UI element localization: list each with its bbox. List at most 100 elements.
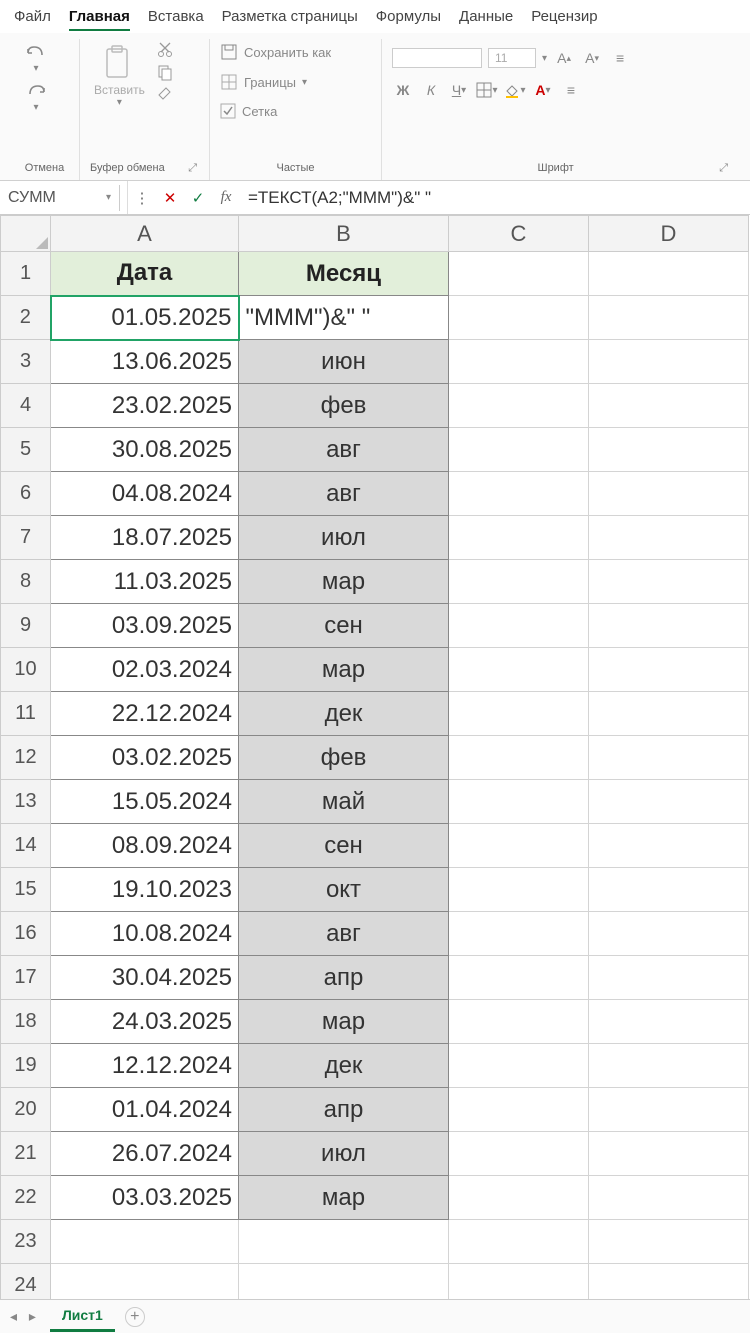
col-header-B[interactable]: B xyxy=(239,216,449,252)
cell[interactable]: 04.08.2024 xyxy=(51,472,239,516)
font-dialog-launcher[interactable]: ⤢ xyxy=(719,162,730,175)
cell[interactable] xyxy=(449,780,589,824)
cell[interactable]: фев xyxy=(239,384,449,428)
cell[interactable]: сен xyxy=(239,824,449,868)
undo-button[interactable]: ▾ xyxy=(20,41,52,76)
bold-button[interactable]: Ж xyxy=(392,79,414,101)
menu-page-layout[interactable]: Разметка страницы xyxy=(222,8,358,31)
decrease-font-icon[interactable]: A▾ xyxy=(581,47,603,69)
format-painter-icon[interactable] xyxy=(155,85,175,103)
row-header[interactable]: 19 xyxy=(1,1044,51,1088)
row-header[interactable]: 6 xyxy=(1,472,51,516)
cell[interactable] xyxy=(589,912,749,956)
cell[interactable]: авг xyxy=(239,912,449,956)
cell[interactable] xyxy=(449,384,589,428)
col-header-A[interactable]: A xyxy=(51,216,239,252)
save-as-button[interactable]: Сохранить как xyxy=(220,41,331,63)
cell[interactable]: 01.04.2024 xyxy=(51,1088,239,1132)
redo-button[interactable]: ▾ xyxy=(20,80,52,115)
row-header[interactable]: 15 xyxy=(1,868,51,912)
cell[interactable]: 10.08.2024 xyxy=(51,912,239,956)
row-header[interactable]: 23 xyxy=(1,1220,51,1264)
cell[interactable]: 01.05.2025 xyxy=(51,296,239,340)
cell[interactable] xyxy=(449,296,589,340)
cell[interactable]: дек xyxy=(239,1044,449,1088)
formula-more-icon[interactable]: ⋮ xyxy=(128,189,156,207)
row-header[interactable]: 9 xyxy=(1,604,51,648)
sheet-nav-arrows[interactable]: ◂ ▸ xyxy=(10,1308,40,1325)
cell[interactable]: апр xyxy=(239,956,449,1000)
row-header[interactable]: 22 xyxy=(1,1176,51,1220)
formula-cancel-button[interactable]: ✕ xyxy=(156,189,184,207)
cell[interactable]: 12.12.2024 xyxy=(51,1044,239,1088)
font-color-button[interactable]: A ▾ xyxy=(532,79,554,101)
cell[interactable] xyxy=(449,252,589,296)
copy-icon[interactable] xyxy=(155,63,175,81)
cell[interactable]: фев xyxy=(239,736,449,780)
row-header[interactable]: 14 xyxy=(1,824,51,868)
fill-color-button[interactable]: ▾ xyxy=(504,79,526,101)
row-header[interactable]: 4 xyxy=(1,384,51,428)
cut-icon[interactable] xyxy=(155,41,175,59)
cell[interactable]: 15.05.2024 xyxy=(51,780,239,824)
menu-review[interactable]: Рецензир xyxy=(531,8,597,31)
cell[interactable]: 22.12.2024 xyxy=(51,692,239,736)
cell[interactable]: 03.03.2025 xyxy=(51,1176,239,1220)
cell[interactable] xyxy=(449,604,589,648)
cell[interactable]: окт xyxy=(239,868,449,912)
cell[interactable] xyxy=(589,1176,749,1220)
cell[interactable]: 24.03.2025 xyxy=(51,1000,239,1044)
cell[interactable] xyxy=(449,428,589,472)
cell[interactable] xyxy=(449,736,589,780)
row-header[interactable]: 8 xyxy=(1,560,51,604)
cell[interactable] xyxy=(589,736,749,780)
cell[interactable]: "МММ")&" " xyxy=(239,296,449,340)
align-icon[interactable]: ≡ xyxy=(609,47,631,69)
cell[interactable] xyxy=(589,560,749,604)
cell[interactable]: 03.09.2025 xyxy=(51,604,239,648)
cell[interactable]: Месяц xyxy=(239,252,449,296)
row-header[interactable]: 20 xyxy=(1,1088,51,1132)
menu-file[interactable]: Файл xyxy=(14,8,51,31)
cell[interactable] xyxy=(449,516,589,560)
cell[interactable]: 11.03.2025 xyxy=(51,560,239,604)
row-header[interactable]: 21 xyxy=(1,1132,51,1176)
cell[interactable]: июн xyxy=(239,340,449,384)
cell[interactable] xyxy=(589,428,749,472)
cell[interactable]: июл xyxy=(239,1132,449,1176)
cell[interactable]: 03.02.2025 xyxy=(51,736,239,780)
cell[interactable]: 18.07.2025 xyxy=(51,516,239,560)
cell[interactable] xyxy=(449,1044,589,1088)
cell[interactable] xyxy=(589,296,749,340)
underline-button[interactable]: Ч ▾ xyxy=(448,79,470,101)
font-name-selector[interactable] xyxy=(392,48,482,68)
cell[interactable]: авг xyxy=(239,428,449,472)
cell[interactable] xyxy=(589,868,749,912)
row-header[interactable]: 13 xyxy=(1,780,51,824)
name-box[interactable]: СУММ ▾ xyxy=(0,185,120,211)
cell[interactable] xyxy=(589,516,749,560)
row-header[interactable]: 16 xyxy=(1,912,51,956)
cell[interactable]: авг xyxy=(239,472,449,516)
cell[interactable] xyxy=(449,648,589,692)
cell[interactable] xyxy=(449,1132,589,1176)
row-header[interactable]: 12 xyxy=(1,736,51,780)
row-header[interactable]: 1 xyxy=(1,252,51,296)
cell[interactable]: 08.09.2024 xyxy=(51,824,239,868)
border-button[interactable]: ▾ xyxy=(476,79,498,101)
row-header[interactable]: 11 xyxy=(1,692,51,736)
menu-data[interactable]: Данные xyxy=(459,8,513,31)
row-header[interactable]: 7 xyxy=(1,516,51,560)
cell[interactable] xyxy=(449,560,589,604)
borders-button[interactable]: Границы ▾ xyxy=(220,71,307,93)
cell[interactable]: сен xyxy=(239,604,449,648)
row-header[interactable]: 3 xyxy=(1,340,51,384)
cell[interactable]: 13.06.2025 xyxy=(51,340,239,384)
clipboard-dialog-launcher[interactable]: ⤢ xyxy=(188,162,199,175)
cell[interactable] xyxy=(449,340,589,384)
cell[interactable]: июл xyxy=(239,516,449,560)
cell[interactable]: 02.03.2024 xyxy=(51,648,239,692)
menu-home[interactable]: Главная xyxy=(69,8,130,31)
gridlines-toggle[interactable]: Сетка xyxy=(220,101,277,121)
cell[interactable] xyxy=(239,1220,449,1264)
